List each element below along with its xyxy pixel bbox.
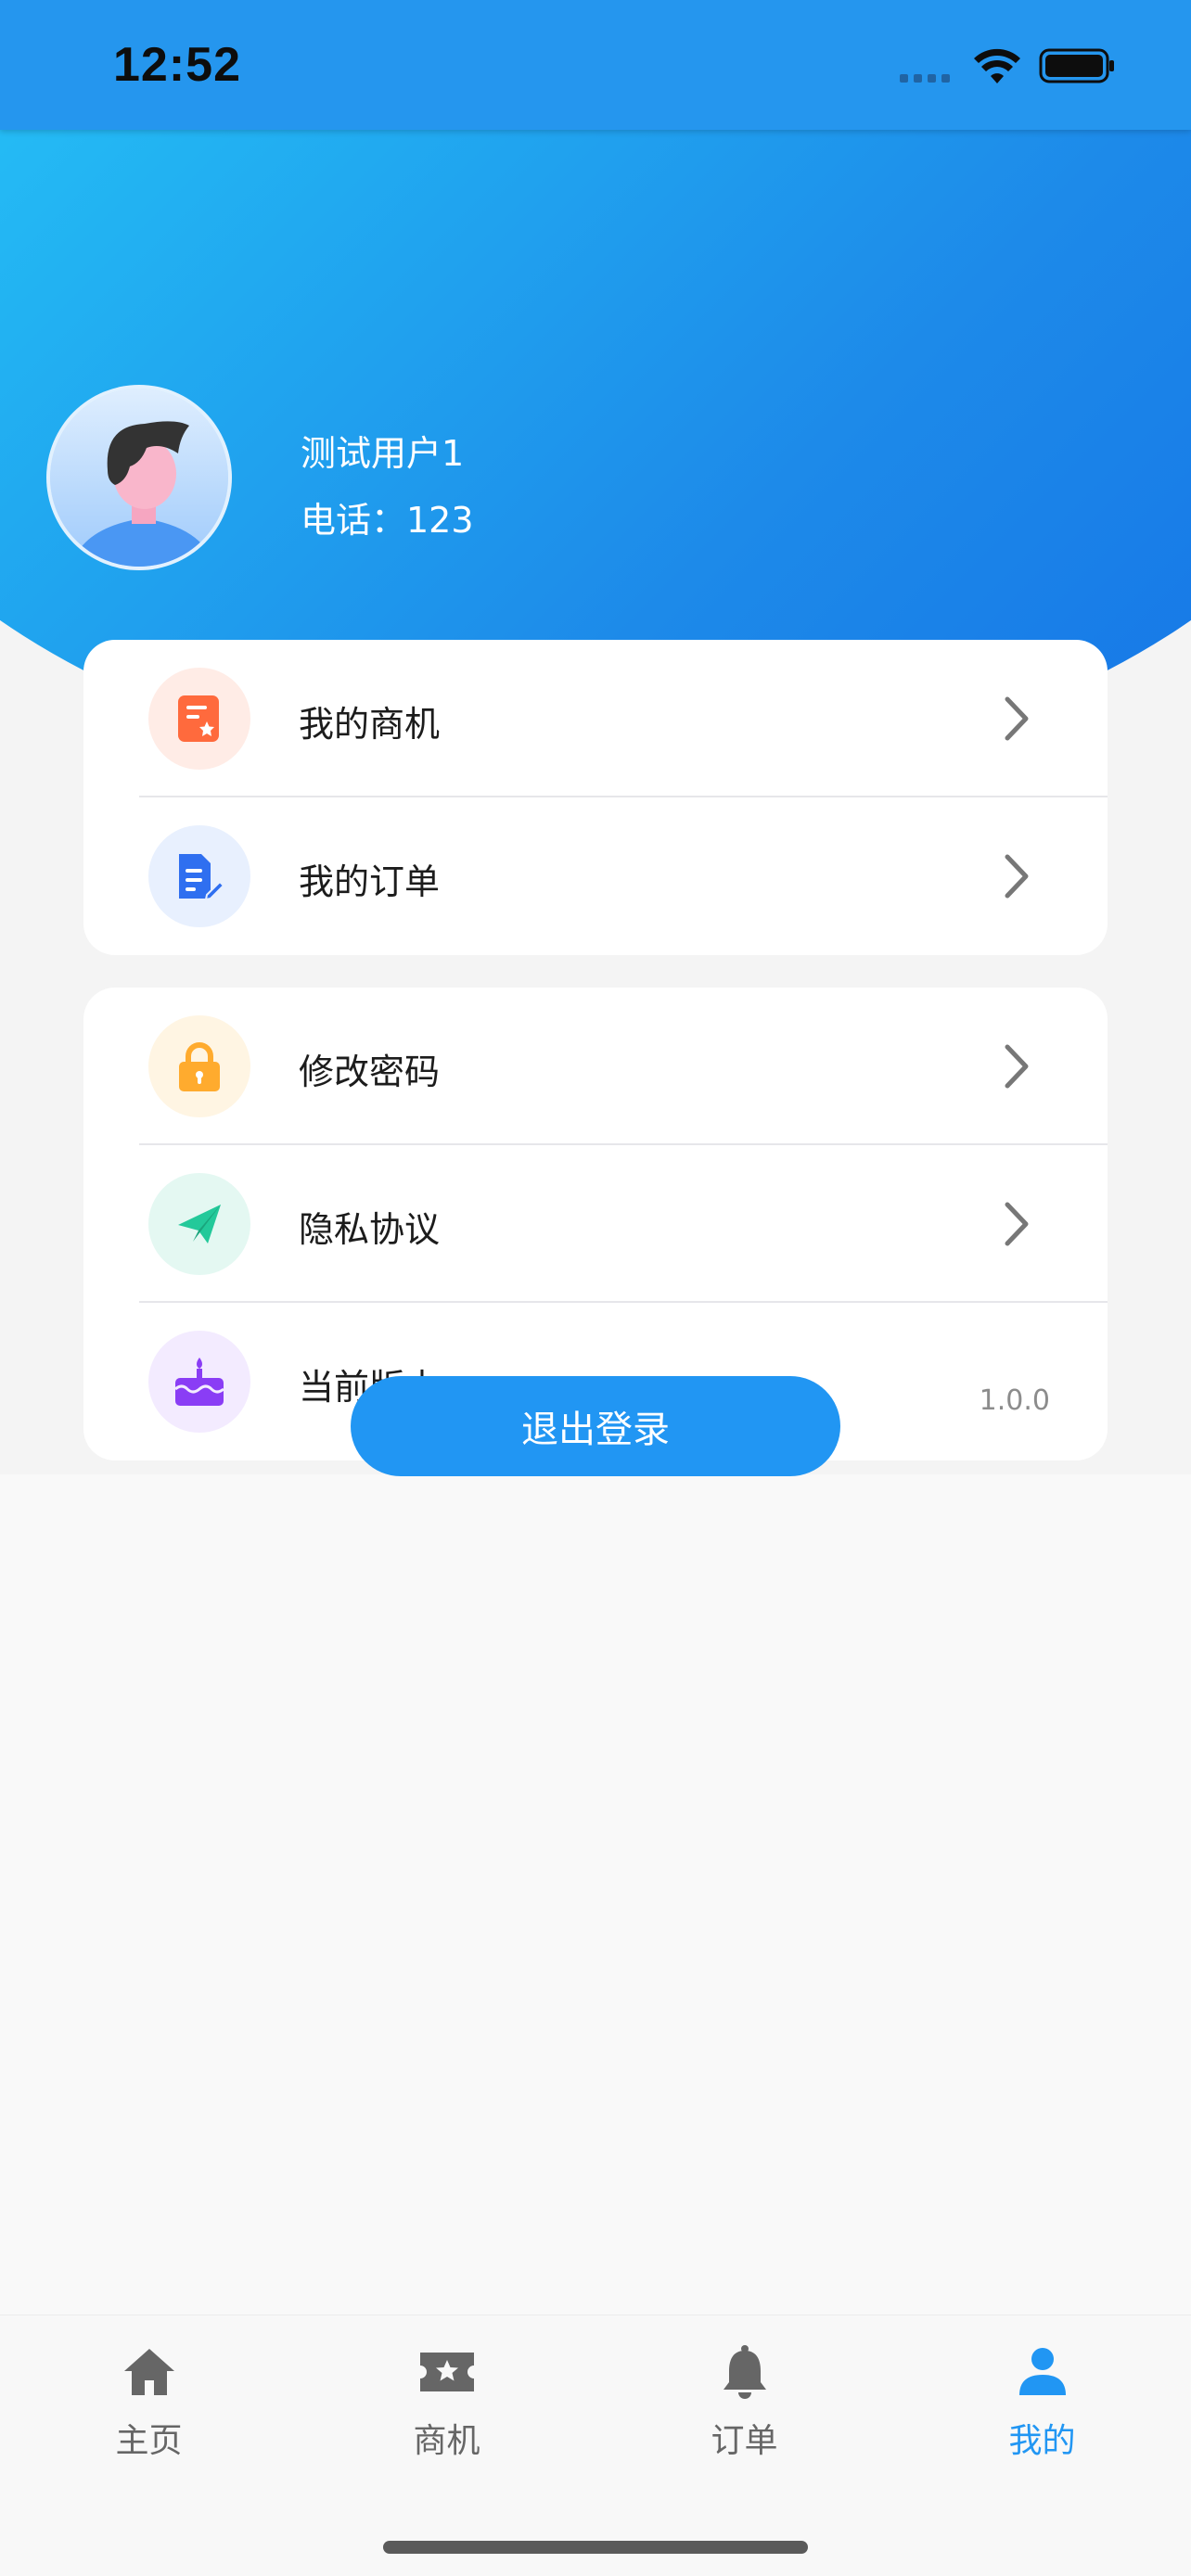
tab-home[interactable]: 主页 [0, 2315, 298, 2482]
user-phone: 电话：123 [301, 500, 474, 541]
status-time: 12:52 [113, 38, 241, 92]
cake-icon [148, 1331, 250, 1433]
order-doc-icon [148, 825, 250, 927]
menu-item-my-opportunities[interactable]: 我的商机 [83, 640, 1108, 797]
tab-opportunities[interactable]: 商机 [298, 2315, 596, 2482]
paper-plane-icon [148, 1173, 250, 1275]
person-icon [1019, 2348, 1066, 2395]
ticket-star-icon [420, 2353, 474, 2391]
tab-label: 商机 [413, 2422, 480, 2460]
cellular-signal-icon [900, 74, 950, 83]
wifi-icon [974, 48, 1020, 83]
lock-icon [148, 1015, 250, 1117]
menu-item-label: 修改密码 [299, 1052, 441, 1092]
chevron-right-icon [1005, 1202, 1029, 1246]
home-icon [124, 2349, 174, 2395]
tab-orders[interactable]: 订单 [596, 2315, 893, 2482]
tab-bar: 主页 商机 订单 我的 [0, 2315, 1191, 2576]
chevron-right-icon [1005, 854, 1029, 899]
chevron-right-icon [1005, 696, 1029, 741]
menu-item-privacy-policy[interactable]: 隐私协议 [83, 1145, 1108, 1303]
menu-item-change-password[interactable]: 修改密码 [83, 988, 1108, 1145]
profile-page: 测试用户1 电话：123 我的商机 我的订单 修改密码 隐私协议 1.0.0 [0, 130, 1191, 1474]
tab-mine[interactable]: 我的 [893, 2315, 1191, 2482]
menu-card-primary: 我的商机 我的订单 [83, 640, 1108, 955]
tab-label: 我的 [1008, 2422, 1076, 2460]
chevron-right-icon [1005, 1044, 1029, 1089]
menu-item-label: 隐私协议 [299, 1209, 441, 1250]
tab-label: 主页 [115, 2422, 183, 2460]
menu-item-label: 我的订单 [299, 861, 441, 902]
bell-icon [724, 2345, 766, 2399]
menu-item-my-orders[interactable]: 我的订单 [83, 797, 1108, 955]
version-number: 1.0.0 [979, 1384, 1050, 1417]
battery-icon [1039, 48, 1114, 83]
user-name: 测试用户1 [301, 433, 465, 474]
tab-label: 订单 [711, 2422, 778, 2460]
user-avatar-icon [50, 389, 228, 567]
opportunity-icon [148, 668, 250, 770]
avatar[interactable] [46, 385, 232, 570]
home-indicator [383, 2541, 808, 2554]
status-bar: 12:52 [0, 0, 1191, 130]
menu-item-label: 我的商机 [299, 704, 441, 745]
logout-button[interactable]: 退出登录 [351, 1376, 840, 1476]
